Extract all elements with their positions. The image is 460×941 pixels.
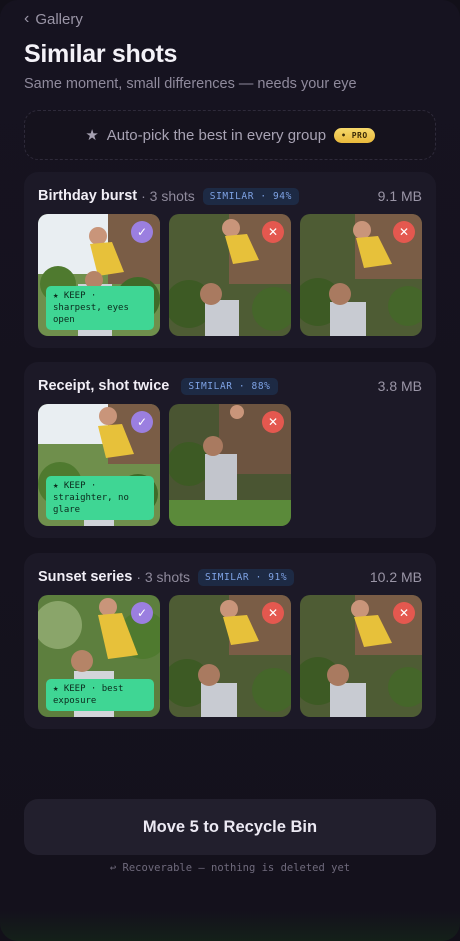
photo-thumb-remove[interactable]: ✕ — [169, 404, 291, 526]
group-card-sunset: Sunset series · 3 shots SIMILAR · 91% 10… — [24, 553, 436, 729]
group-header: Sunset series · 3 shots SIMILAR · 91% 10… — [38, 567, 422, 587]
similar-shots-screen: ‹ Gallery Similar shots Same moment, sma… — [0, 0, 460, 941]
similarity-badge: SIMILAR · 88% — [181, 377, 278, 395]
similarity-badge: SIMILAR · 91% — [198, 568, 295, 586]
photo-thumb-remove[interactable]: ✕ — [169, 214, 291, 336]
pro-badge: • PRO — [334, 127, 375, 143]
photo-thumb-remove[interactable]: ✕ — [300, 595, 422, 717]
keep-note: ★ KEEP · straighter, no glare — [46, 476, 154, 520]
keep-check-icon[interactable]: ✓ — [131, 602, 153, 624]
recoverable-note: ↩ Recoverable — nothing is deleted yet — [109, 862, 351, 874]
photo-thumb-remove[interactable]: ✕ — [169, 595, 291, 717]
star-icon: ★ — [85, 127, 99, 144]
group-size: 9.1 MB — [377, 188, 422, 204]
remove-x-icon[interactable]: ✕ — [262, 411, 284, 433]
keep-check-icon[interactable]: ✓ — [131, 221, 153, 243]
group-name: Birthday burst — [38, 188, 138, 204]
back-label: Gallery — [35, 10, 83, 28]
group-size: 10.2 MB — [369, 569, 422, 585]
photo-thumb-remove[interactable]: ✕ — [300, 214, 422, 336]
page-title: Similar shots — [24, 40, 178, 68]
back-to-gallery-link[interactable]: ‹ Gallery — [24, 10, 83, 28]
photo-thumb-keep[interactable]: ✓ ★ KEEP · sharpest, eyes open — [38, 214, 160, 336]
remove-x-icon[interactable]: ✕ — [262, 221, 284, 243]
chevron-left-icon: ‹ — [24, 10, 30, 27]
remove-x-icon[interactable]: ✕ — [262, 602, 284, 624]
group-size: 3.8 MB — [377, 378, 422, 394]
group-name: Receipt, shot twice — [38, 378, 170, 394]
photo-thumb-keep[interactable]: ✓ ★ KEEP · best exposure — [38, 595, 160, 717]
keep-note: ★ KEEP · sharpest, eyes open — [46, 286, 154, 330]
bottom-gradient — [0, 911, 460, 941]
remove-x-icon[interactable]: ✕ — [393, 221, 415, 243]
similarity-badge: SIMILAR · 94% — [202, 187, 299, 205]
group-header: Birthday burst · 3 shots SIMILAR · 94% 9… — [38, 186, 422, 206]
keep-note: ★ KEEP · best exposure — [46, 679, 154, 711]
auto-pick-button[interactable]: ★ Auto-pick the best in every group • PR… — [24, 110, 436, 160]
auto-pick-label: Auto-pick the best in every group — [106, 126, 327, 144]
group-name: Sunset series — [38, 569, 133, 585]
remove-x-icon[interactable]: ✕ — [393, 602, 415, 624]
group-header: Receipt, shot twice SIMILAR · 88% 3.8 MB — [38, 376, 422, 396]
move-to-recycle-bin-button[interactable]: Move 5 to Recycle Bin — [24, 799, 436, 855]
group-card-birthday: Birthday burst · 3 shots SIMILAR · 94% 9… — [24, 172, 436, 348]
group-card-receipt: Receipt, shot twice SIMILAR · 88% 3.8 MB… — [24, 362, 436, 538]
keep-check-icon[interactable]: ✓ — [131, 411, 153, 433]
page-subtitle: Same moment, small differences — needs y… — [24, 76, 357, 92]
photo-thumb-keep[interactable]: ✓ ★ KEEP · straighter, no glare — [38, 404, 160, 526]
group-count: · 3 shots — [136, 569, 191, 585]
group-count: · 3 shots — [141, 188, 195, 204]
